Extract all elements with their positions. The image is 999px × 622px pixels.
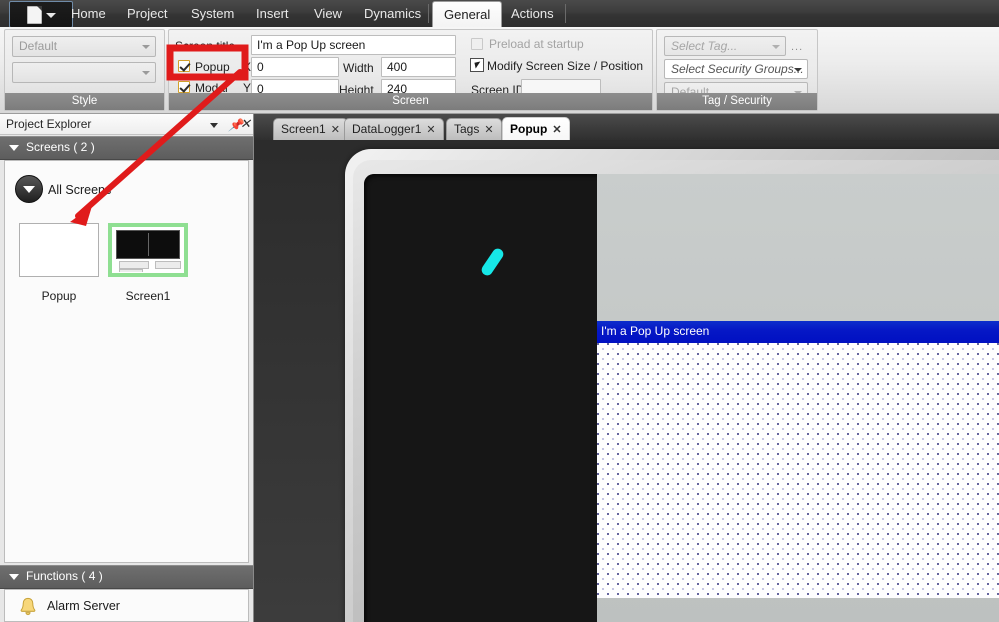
x-label: X [243, 60, 252, 74]
functions-section-body: Alarm Server [4, 589, 249, 622]
editor-tab-label: Tags [454, 122, 480, 136]
chevron-down-icon [142, 71, 150, 75]
thumbnail-image-screen1 [108, 223, 188, 277]
pin-icon[interactable]: 📌 [223, 118, 243, 131]
popup-title-text: I'm a Pop Up screen [601, 324, 710, 338]
modify-screen-size-label[interactable]: Modify Screen Size / Position [487, 58, 643, 74]
select-tag-combo[interactable]: Select Tag... [664, 36, 786, 56]
application-window: Home Project System Insert View Dynamics… [0, 0, 999, 622]
thumbnail-bar-glyph [119, 269, 143, 272]
thumbnail-image-popup [19, 223, 99, 277]
ribbon-body: Default Style Screen title I'm a Pop Up … [0, 27, 999, 114]
preload-at-startup-checkbox[interactable] [471, 38, 483, 50]
all-screens-expand-icon[interactable] [15, 175, 43, 203]
style-theme-value: Default [19, 39, 58, 53]
editor-tab-screen1[interactable]: Screen1 ✕ [273, 118, 348, 140]
style-theme-combo[interactable]: Default [12, 36, 156, 57]
close-icon[interactable]: ✕ [331, 124, 340, 136]
editor-tab-label: Popup [510, 122, 548, 136]
section-header-functions[interactable]: Functions ( 4 ) [0, 565, 253, 589]
tag-browse-button[interactable]: ... [791, 41, 803, 53]
thumbnail-label-popup: Popup [41, 289, 77, 303]
editor-tab-label: Screen1 [281, 122, 326, 136]
select-security-groups-value: Select Security Groups... [671, 62, 804, 76]
thumbnail-chart-glyph [116, 230, 180, 259]
chevron-down-icon [9, 574, 19, 580]
popup-design-grid[interactable] [597, 343, 999, 598]
ribbon-tab-general[interactable]: General [432, 1, 503, 28]
project-explorer-header: Project Explorer 📌 ✕ [0, 114, 253, 135]
ribbon-tab-system[interactable]: System [180, 0, 245, 27]
ribbon-group-style: Default Style [4, 29, 165, 111]
thumbnail-preview [20, 224, 98, 276]
ribbon-group-tag-security: Select Tag... ... Select Security Groups… [656, 29, 818, 111]
tab-divider-2 [565, 4, 566, 23]
ribbon-tab-strip: Home Project System Insert View Dynamics… [0, 0, 999, 28]
chevron-down-icon [772, 45, 780, 49]
chevron-down-icon [142, 45, 150, 49]
device-screen: I'm a Pop Up screen [364, 174, 999, 622]
modal-checkbox[interactable] [178, 81, 190, 93]
all-screens-label: All Screens [48, 183, 112, 197]
chevron-down-icon [794, 68, 802, 72]
editor-tab-datalogger1[interactable]: DataLogger1 ✕ [344, 118, 444, 140]
editor-tab-tags[interactable]: Tags ✕ [446, 118, 502, 140]
x-input[interactable]: 0 [251, 57, 339, 77]
design-board[interactable]: I'm a Pop Up screen [254, 140, 999, 622]
screen-title-label: Screen title [175, 39, 236, 53]
project-explorer-title: Project Explorer [6, 117, 92, 131]
group-label-tag-security: Tag / Security [657, 93, 817, 110]
chevron-down-icon [45, 13, 56, 18]
popup-checkbox[interactable] [178, 60, 190, 72]
ribbon-tab-view[interactable]: View [303, 0, 353, 27]
editor-tab-label: DataLogger1 [352, 122, 422, 136]
section-label-screens: Screens ( 2 ) [26, 140, 95, 154]
select-tag-value: Select Tag... [671, 39, 738, 53]
group-label-style: Style [5, 93, 164, 110]
style-variant-combo[interactable] [12, 62, 156, 83]
width-label: Width [343, 61, 374, 75]
ribbon-group-screen: Screen title I'm a Pop Up screen Popup M… [168, 29, 653, 111]
ribbon-tab-home[interactable]: Home [60, 0, 117, 27]
modify-screen-size-icon[interactable] [470, 58, 484, 72]
page-glyph [26, 5, 42, 24]
bell-icon [20, 597, 36, 616]
section-label-functions: Functions ( 4 ) [26, 569, 103, 583]
preload-at-startup-label: Preload at startup [489, 37, 584, 51]
editor-tab-bar: Screen1 ✕ DataLogger1 ✕ Tags ✕ Popup ✕ [254, 114, 999, 140]
thumbnail-bar-glyph [155, 261, 181, 269]
list-item[interactable]: Alarm Server [5, 592, 258, 622]
popup-screen-window[interactable]: I'm a Pop Up screen [597, 321, 999, 598]
popup-label: Popup [195, 60, 230, 74]
editor-area: Screen1 ✕ DataLogger1 ✕ Tags ✕ Popup ✕ I'm a… [254, 114, 999, 622]
screen-thumbnail-popup[interactable]: Popup [19, 223, 99, 303]
ribbon-tab-dynamics[interactable]: Dynamics [353, 0, 432, 27]
close-icon[interactable]: ✕ [238, 117, 251, 131]
editor-tab-popup[interactable]: Popup ✕ [502, 117, 570, 140]
width-input[interactable]: 400 [381, 57, 456, 77]
function-label-alarm-server: Alarm Server [47, 599, 120, 613]
project-explorer-panel: Project Explorer 📌 ✕ Screens ( 2 ) All S… [0, 114, 254, 622]
screen-thumbnail-screen1[interactable]: Screen1 [108, 223, 188, 303]
close-icon[interactable]: ✕ [552, 124, 561, 136]
select-security-groups-combo[interactable]: Select Security Groups... [664, 59, 808, 79]
screens-section-body: All Screens Popup Screen1 [4, 160, 249, 622]
tab-divider [428, 4, 429, 23]
thumbnail-bar-glyph [119, 261, 149, 269]
chevron-down-icon[interactable] [206, 118, 219, 131]
cyan-pen-stroke[interactable] [479, 246, 506, 278]
close-icon[interactable]: ✕ [484, 124, 493, 136]
ribbon-tab-insert[interactable]: Insert [245, 0, 300, 27]
ribbon-tab-project[interactable]: Project [116, 0, 178, 27]
thumbnail-label-screen1: Screen1 [125, 289, 171, 303]
close-icon[interactable]: ✕ [426, 124, 435, 136]
ribbon-tab-actions[interactable]: Actions [500, 0, 565, 27]
thumbnail-preview [113, 228, 183, 272]
group-label-screen: Screen [169, 93, 652, 110]
screen-title-input[interactable]: I'm a Pop Up screen [251, 35, 456, 55]
popup-title-bar: I'm a Pop Up screen [597, 321, 999, 343]
section-header-screens[interactable]: Screens ( 2 ) [0, 136, 253, 160]
chevron-down-icon [9, 145, 19, 151]
